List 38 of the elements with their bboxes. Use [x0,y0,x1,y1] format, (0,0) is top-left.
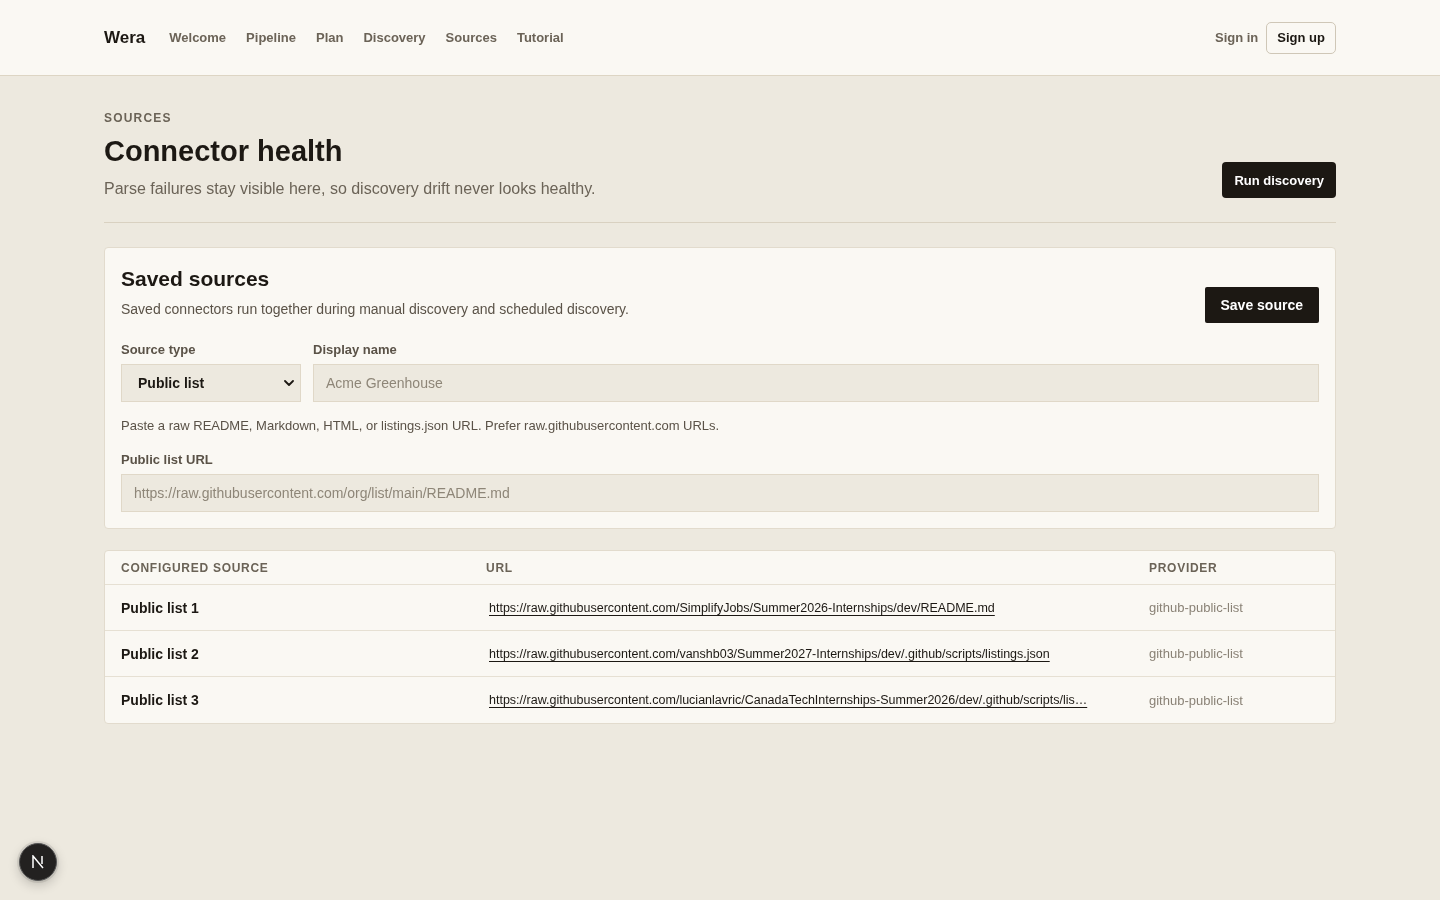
field-label: Public list URL [121,452,214,467]
page-title: Connector health [104,135,344,168]
column-header: CONFIGURED SOURCE [121,560,270,575]
card-description: Saved connectors run together during manual discovery and scheduled discovery. [121,301,629,317]
run-discovery-button[interactable]: Run discovery [1222,162,1336,198]
field-hint: Paste a raw README, Markdown, HTML, or listings.json URL. Prefer raw.githubusercontent.com URLs. [121,418,721,433]
provider-cell-text: github-public-list [1149,646,1244,661]
source-name-cell-text: Public list 2 [121,645,200,662]
provider-cell-text: github-public-list [1149,692,1244,708]
column-header: PROVIDER [1149,560,1219,575]
source-url-link[interactable]: https://raw.githubusercontent.com/vanshb03/Summer2027-Internships/dev/.github/scripts/listings.json [489,646,1050,661]
sign-in-link[interactable]: Sign in [1215,30,1259,45]
provider-cell-text: github-public-list [1149,600,1244,615]
logo-icon [31,855,45,869]
display-name-field[interactable]: Acme Greenhouse [313,364,1319,402]
nav-link[interactable]: Sources [445,30,497,45]
url-field[interactable]: https://raw.githubusercontent.com/org/list/main/README.md [121,474,1319,512]
brand-link[interactable]: Wera [104,27,146,48]
nav-link[interactable]: Welcome [169,30,227,45]
nav-link[interactable]: Tutorial [516,30,564,45]
source-url-link[interactable]: https://raw.githubusercontent.com/SimplifyJobs/Summer2026-Internships/dev/README.md [489,600,995,615]
source-type-select[interactable]: Public list [121,364,301,402]
column-header: URL [486,560,514,575]
field-label: Display name [313,342,398,357]
nav-link[interactable]: Plan [315,30,344,45]
sign-up-button[interactable]: Sign up [1266,21,1336,54]
save-source-button[interactable]: Save source [1204,287,1319,323]
page-subtitle: Parse failures stay visible here, so discovery drift never looks healthy. [104,180,596,198]
section-eyebrow: SOURCES [104,111,173,125]
nav-link[interactable]: Discovery [363,30,426,45]
field-label: Source type [121,342,197,357]
nav-link[interactable]: Pipeline [246,30,296,45]
dev-tools-button[interactable] [19,843,57,881]
chevron-down-icon [284,380,294,386]
source-name-cell-text: Public list 1 [121,599,200,616]
source-url-link[interactable]: https://raw.githubusercontent.com/lucianlavric/CanadaTechInternships-Summer2026/dev/.github/scripts/lis… [489,693,1088,707]
card-title: Saved sources [121,267,271,291]
source-name-cell-text: Public list 3 [121,692,200,708]
